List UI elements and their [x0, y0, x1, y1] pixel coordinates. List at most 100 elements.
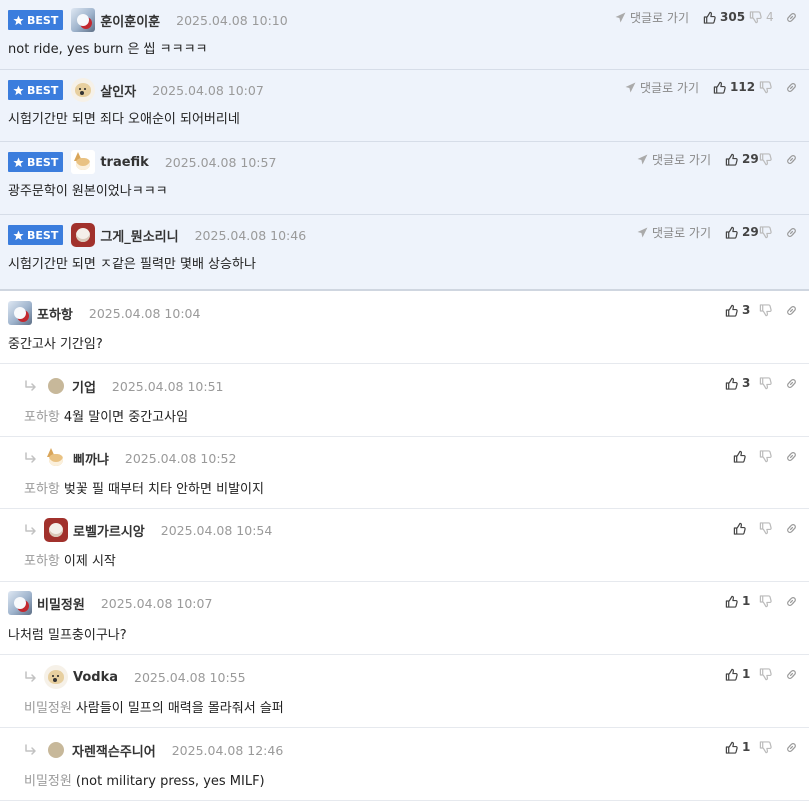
reply-arrow-icon [25, 524, 36, 535]
downvote-button[interactable] [759, 303, 785, 317]
reply-mention[interactable]: 포하항 [24, 410, 60, 425]
thumbs-down-icon [759, 225, 772, 238]
avatar[interactable] [48, 742, 64, 758]
copy-link-button[interactable] [785, 11, 799, 24]
upvote-button[interactable]: 305 [703, 10, 749, 24]
copy-link-button[interactable] [785, 450, 799, 463]
goto-comment-link[interactable]: 댓글로 가기 [615, 9, 689, 26]
comment-header: 삐까냐 2025.04.08 10:52 [24, 446, 236, 470]
thumbs-up-icon [703, 11, 716, 24]
avatar[interactable] [44, 665, 68, 689]
goto-comment-link[interactable]: 댓글로 가기 [637, 151, 711, 168]
thumbs-down-icon [759, 521, 772, 534]
thumbs-down-icon [759, 376, 772, 389]
upvote-button[interactable] [733, 522, 759, 535]
downvote-button[interactable]: 4 [749, 10, 785, 24]
copy-link-button[interactable] [785, 668, 799, 681]
best-badge-label: BEST [27, 228, 59, 242]
comment-author[interactable]: 포하항 [37, 304, 73, 323]
comment-author[interactable]: 로벨가르시앙 [73, 521, 145, 540]
comment-header: Vodka 2025.04.08 10:55 [24, 665, 246, 689]
link-icon [787, 154, 796, 164]
best-badge: BEST [8, 10, 64, 30]
best-comment-row: BEST traefik 2025.04.08 10:57 광주문학이 원본이었… [0, 142, 809, 215]
thumbs-down-icon [759, 740, 772, 753]
upvote-button[interactable]: 1 [725, 667, 759, 681]
downvote-button[interactable] [759, 667, 785, 681]
comment-author[interactable]: 삐까냐 [73, 449, 109, 468]
avatar[interactable] [48, 378, 64, 394]
comment-author[interactable]: 그게_뭔소리니 [100, 226, 178, 245]
avatar[interactable] [71, 223, 96, 247]
comment-header: BEST 살인자 2025.04.08 10:07 [8, 78, 264, 102]
avatar[interactable] [71, 150, 96, 174]
comment-actions [733, 519, 799, 537]
downvote-button[interactable] [759, 449, 785, 463]
goto-comment-link[interactable]: 댓글로 가기 [625, 79, 699, 96]
comment-header: BEST 그게_뭔소리니 2025.04.08 10:46 [8, 223, 306, 247]
comment-text: 비밀정원 (not military press, yes MILF) [24, 770, 265, 789]
comment-author[interactable]: 기업 [72, 377, 96, 396]
downvote-button[interactable] [759, 225, 785, 239]
downvote-button[interactable] [759, 376, 785, 390]
thumbs-down-icon [749, 10, 762, 23]
downvote-button[interactable] [759, 521, 785, 535]
thumbs-up-icon [725, 153, 738, 166]
upvote-count: 305 [720, 10, 746, 24]
upvote-count: 112 [730, 80, 756, 94]
avatar[interactable] [8, 301, 32, 325]
comment-time: 2025.04.08 10:55 [134, 669, 246, 685]
avatar[interactable] [44, 446, 68, 470]
comment-actions: 1 [725, 665, 799, 683]
copy-link-button[interactable] [785, 741, 799, 754]
upvote-count: 3 [742, 376, 751, 390]
avatar[interactable] [71, 78, 96, 102]
upvote-button[interactable]: 3 [725, 376, 759, 390]
copy-link-button[interactable] [785, 522, 799, 535]
thumbs-down-icon [759, 667, 772, 680]
downvote-button[interactable] [759, 594, 785, 608]
comment-time: 2025.04.08 10:04 [88, 305, 201, 321]
reply-mention[interactable]: 포하항 [24, 554, 60, 569]
downvote-button[interactable] [759, 80, 785, 94]
upvote-button[interactable]: 29 [725, 225, 759, 239]
avatar[interactable] [71, 8, 96, 32]
link-icon [787, 12, 796, 22]
star-icon [13, 85, 24, 95]
comment-author[interactable]: Vodka [73, 670, 118, 685]
copy-link-button[interactable] [785, 153, 799, 166]
comment-row: 비밀정원 2025.04.08 10:07 나처럼 밀프충이구나? 1 [0, 582, 809, 655]
upvote-button[interactable]: 112 [713, 80, 759, 94]
comment-header: BEST 훈이훈이훈 2025.04.08 10:10 [8, 8, 288, 32]
copy-link-button[interactable] [785, 595, 799, 608]
comment-text: 비밀정원 사람들이 밀프의 매력을 몰라줘서 슬퍼 [24, 697, 284, 716]
comment-author[interactable]: 비밀정원 [37, 594, 85, 613]
comment-text: 포하항 4월 말이면 중간고사임 [24, 406, 188, 425]
reply-mention[interactable]: 비밀정원 [24, 701, 72, 716]
downvote-button[interactable] [759, 740, 785, 754]
comment-author[interactable]: 훈이훈이훈 [100, 11, 160, 30]
reply-row: 자렌잭슨주니어 2025.04.08 12:46 비밀정원 (not milita… [0, 728, 809, 801]
thumbs-up-icon [725, 668, 738, 681]
copy-link-button[interactable] [785, 226, 799, 239]
copy-link-button[interactable] [785, 81, 799, 94]
upvote-button[interactable]: 1 [725, 740, 759, 754]
upvote-button[interactable]: 3 [725, 303, 759, 317]
goto-comment-link[interactable]: 댓글로 가기 [637, 224, 711, 241]
comment-author[interactable]: 자렌잭슨주니어 [72, 741, 156, 760]
upvote-button[interactable]: 29 [725, 152, 759, 166]
upvote-button[interactable] [733, 450, 759, 463]
upvote-button[interactable]: 1 [725, 594, 759, 608]
comment-actions: 3 [725, 301, 799, 319]
reply-mention[interactable]: 비밀정원 [24, 774, 72, 789]
copy-link-button[interactable] [785, 304, 799, 317]
avatar[interactable] [8, 591, 32, 615]
avatar[interactable] [44, 518, 68, 542]
downvote-button[interactable] [759, 152, 785, 166]
comment-author[interactable]: traefik [100, 155, 149, 170]
comment-time: 2025.04.08 10:54 [160, 522, 273, 538]
copy-link-button[interactable] [785, 377, 799, 390]
reply-mention[interactable]: 포하항 [24, 482, 60, 497]
comment-author[interactable]: 살인자 [100, 81, 136, 100]
upvote-count: 29 [742, 225, 759, 239]
